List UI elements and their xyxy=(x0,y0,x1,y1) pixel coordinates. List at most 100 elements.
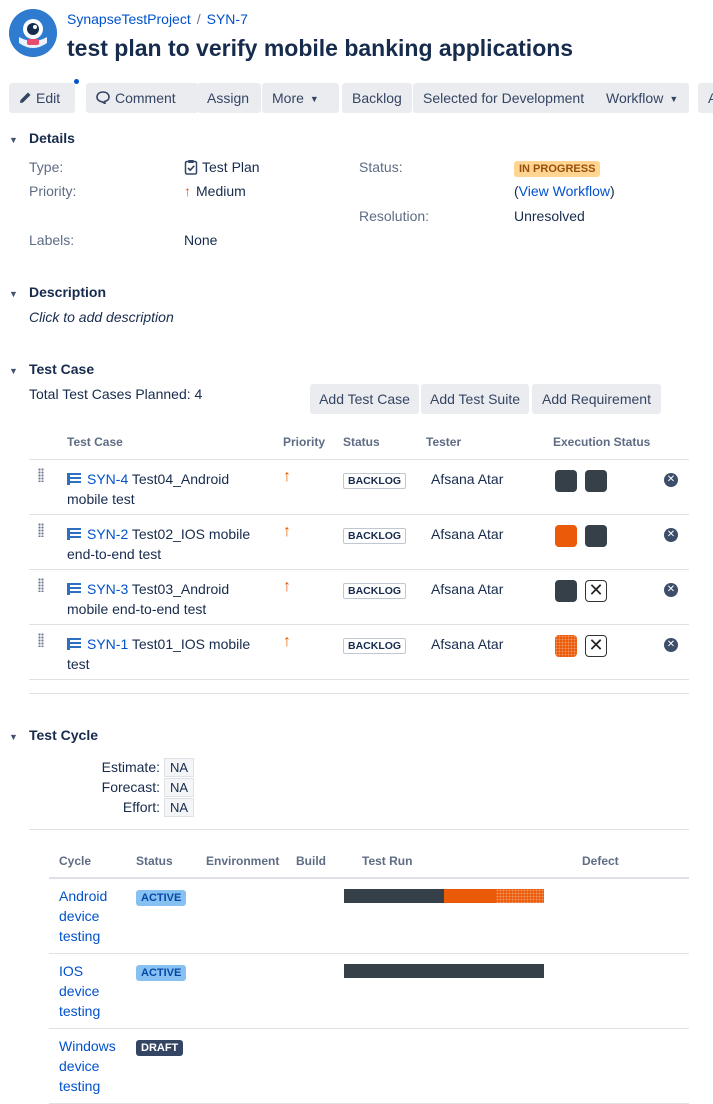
cycle-name-link[interactable]: Windows device testing xyxy=(59,1036,129,1096)
details-heading: Details xyxy=(29,130,75,146)
drag-handle-icon[interactable] xyxy=(38,633,44,647)
cycle-name-line: Android xyxy=(59,888,108,904)
cycle-row: IOS device testing ACTIVE xyxy=(49,953,689,1029)
breadcrumb: SynapseTestProject / SYN-7 xyxy=(67,11,248,27)
resolution-label: Resolution: xyxy=(359,208,430,224)
more-label: More xyxy=(272,90,304,106)
cycle-name-line: Windows xyxy=(59,1038,116,1054)
test-case-key-link[interactable]: SYN-4 xyxy=(87,471,128,487)
column-header-defect: Defect xyxy=(582,854,619,868)
collapse-toggle-icon[interactable]: ▼ xyxy=(9,135,21,145)
test-case-title-cont: end-to-end test xyxy=(67,546,162,562)
selected-for-development-button[interactable]: Selected for Development xyxy=(413,83,603,113)
description-heading: Description xyxy=(29,284,107,300)
test-list-icon xyxy=(67,638,81,650)
test-cycle-section-header[interactable]: ▼ Test Cycle xyxy=(9,727,98,743)
breadcrumb-project-link[interactable]: SynapseTestProject xyxy=(67,11,191,27)
chevron-down-icon: ▼ xyxy=(669,94,679,105)
test-case-name: SYN-4 Test04_Android mobile test xyxy=(67,469,267,509)
assign-button[interactable]: Assign xyxy=(197,83,261,113)
resolution-value: Unresolved xyxy=(514,208,585,224)
chevron-down-icon: ▼ xyxy=(309,94,319,105)
details-section-header[interactable]: ▼ Details xyxy=(9,130,75,146)
drag-handle-icon[interactable] xyxy=(38,468,44,482)
add-requirement-button[interactable]: Add Requirement xyxy=(532,384,661,414)
workflow-button[interactable]: Workflow ▼ xyxy=(596,83,689,113)
test-case-key-link[interactable]: SYN-1 xyxy=(87,636,128,652)
labels-value[interactable]: None xyxy=(184,232,217,248)
more-button[interactable]: More ▼ xyxy=(262,83,339,113)
column-header-status: Status xyxy=(343,435,380,449)
priority-arrow-up-icon: ↑ xyxy=(283,633,291,650)
remove-icon[interactable]: ✕ xyxy=(664,583,678,597)
test-case-title: Test02_IOS mobile xyxy=(128,526,251,542)
breadcrumb-separator: / xyxy=(196,11,201,27)
test-case-name: SYN-1 Test01_IOS mobile test xyxy=(67,634,267,674)
test-list-icon xyxy=(67,528,81,540)
comment-button[interactable]: Comment xyxy=(86,83,198,113)
view-workflow-link[interactable]: View Workflow xyxy=(519,183,610,199)
test-case-title-cont: test xyxy=(67,656,90,672)
status-lozenge: BACKLOG xyxy=(343,528,407,544)
remove-icon[interactable]: ✕ xyxy=(664,638,678,652)
edit-button[interactable]: Edit xyxy=(9,83,75,113)
remove-icon[interactable]: ✕ xyxy=(664,473,678,487)
tester-name: Afsana Atar xyxy=(431,581,504,597)
cycle-name-line: testing xyxy=(59,928,101,944)
test-case-section-header[interactable]: ▼ Test Case xyxy=(9,361,94,377)
remove-icon[interactable]: ✕ xyxy=(664,528,678,542)
test-case-row: SYN-2 Test02_IOS mobile end-to-end test ↑… xyxy=(29,515,689,570)
pencil-icon xyxy=(20,92,31,103)
column-header-status: Status xyxy=(136,854,173,868)
collapse-toggle-icon[interactable]: ▼ xyxy=(9,289,21,299)
description-placeholder[interactable]: Click to add description xyxy=(29,309,174,325)
tester-name: Afsana Atar xyxy=(431,471,504,487)
execution-status-failed-icon[interactable]: ✕ xyxy=(585,635,607,657)
test-list-icon xyxy=(67,583,81,595)
issue-toolbar: Edit Comment Assign More ▼ Backlog Select… xyxy=(9,83,713,113)
execution-status-box[interactable] xyxy=(555,525,577,547)
view-workflow: (View Workflow) xyxy=(514,183,615,199)
execution-status-box[interactable] xyxy=(555,470,577,492)
issue-title[interactable]: test plan to verify mobile banking appli… xyxy=(67,35,573,62)
status-label: Status: xyxy=(359,159,403,175)
execution-status-box[interactable] xyxy=(555,580,577,602)
execution-status-failed-icon[interactable]: ✕ xyxy=(585,580,607,602)
issue-header: SynapseTestProject / SYN-7 test plan to ve… xyxy=(0,0,713,84)
project-avatar[interactable] xyxy=(9,9,57,57)
workflow-label: Workflow xyxy=(606,90,664,106)
test-plan-icon xyxy=(184,160,198,175)
overflow-button[interactable]: A xyxy=(698,83,713,113)
test-run-progress-failed xyxy=(444,889,496,903)
collapse-toggle-icon[interactable]: ▼ xyxy=(9,732,21,742)
backlog-button[interactable]: Backlog xyxy=(342,83,412,113)
drag-handle-icon[interactable] xyxy=(38,523,44,537)
add-test-case-button[interactable]: Add Test Case xyxy=(310,384,419,414)
status-lozenge: DRAFT xyxy=(136,1040,184,1056)
cycle-name-link[interactable]: IOS device testing xyxy=(59,961,129,1021)
execution-status-box[interactable] xyxy=(585,525,607,547)
execution-status-box[interactable] xyxy=(585,470,607,492)
estimate-label: Estimate: xyxy=(101,759,160,775)
test-case-row: SYN-1 Test01_IOS mobile test ↑ BACKLOG Af… xyxy=(29,625,689,680)
test-case-row: SYN-3 Test03_Android mobile end-to-end te… xyxy=(29,570,689,625)
tester-name: Afsana Atar xyxy=(431,526,504,542)
test-case-name: SYN-3 Test03_Android mobile end-to-end te… xyxy=(67,579,267,619)
cycle-row: Windows device testing DRAFT xyxy=(49,1028,689,1104)
execution-status-box[interactable] xyxy=(555,635,577,657)
test-case-title: Test03_Android xyxy=(128,581,230,597)
collapse-toggle-icon[interactable]: ▼ xyxy=(9,366,21,376)
test-list-icon xyxy=(67,473,81,485)
cycle-name-link[interactable]: Android device testing xyxy=(59,886,129,946)
column-header-execution-status: Execution Status xyxy=(553,435,651,449)
breadcrumb-issue-link[interactable]: SYN-7 xyxy=(207,11,248,27)
effort-value: NA xyxy=(164,798,195,817)
add-test-suite-button[interactable]: Add Test Suite xyxy=(421,384,529,414)
test-case-key-link[interactable]: SYN-3 xyxy=(87,581,128,597)
priority-label: Priority: xyxy=(29,183,77,199)
test-case-key-link[interactable]: SYN-2 xyxy=(87,526,128,542)
description-section-header[interactable]: ▼ Description xyxy=(9,284,106,300)
column-header-test-case: Test Case xyxy=(67,435,123,449)
drag-handle-icon[interactable] xyxy=(38,578,44,592)
type-text: Test Plan xyxy=(202,159,260,175)
